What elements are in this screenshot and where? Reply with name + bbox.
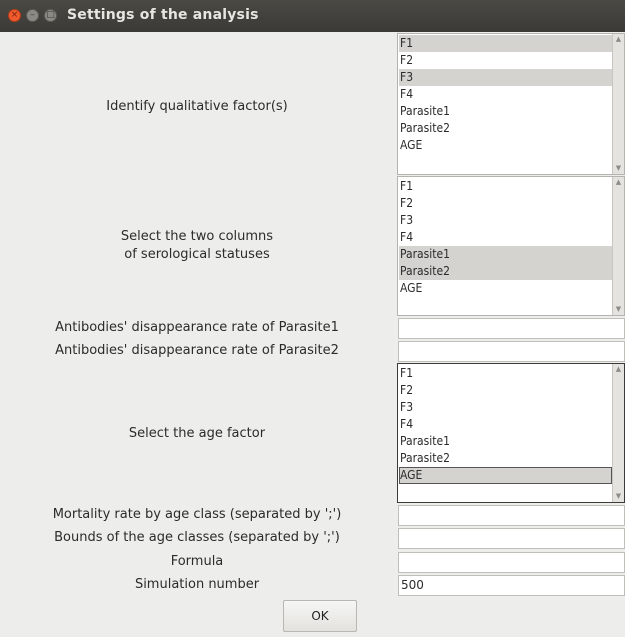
close-window-icon[interactable]: × <box>8 9 21 22</box>
window-title: Settings of the analysis <box>67 7 259 23</box>
listbox-option[interactable]: F3 <box>399 69 612 86</box>
age-factor-scrollbar[interactable]: ▲ ▼ <box>612 364 624 502</box>
qualitative-factor-listbox[interactable]: F1 F2 F3 F4 Parasite1 Parasite2 AGE ▲ ▼ <box>397 33 625 175</box>
listbox-option[interactable]: AGE <box>399 280 612 297</box>
antibodies-rate-parasite1-input[interactable] <box>398 318 625 339</box>
listbox-option[interactable]: F4 <box>399 86 612 103</box>
qualitative-scrollbar[interactable]: ▲ ▼ <box>612 34 624 174</box>
listbox-option[interactable]: F3 <box>399 399 612 416</box>
qualitative-factor-label: Identify qualitative factor(s) <box>106 99 288 114</box>
age-factor-listbox[interactable]: F1 F2 F3 F4 Parasite1 Parasite2 AGE ▲ ▼ <box>397 363 625 503</box>
listbox-option[interactable]: F1 <box>399 178 612 195</box>
formula-label: Formula <box>170 554 224 569</box>
scroll-up-icon[interactable]: ▲ <box>613 34 624 45</box>
simulation-number-label: Simulation number <box>134 577 260 592</box>
mortality-rate-input[interactable] <box>398 505 625 526</box>
age-bounds-label: Bounds of the age classes (separated by … <box>54 530 340 545</box>
listbox-option[interactable]: F2 <box>399 382 612 399</box>
serological-columns-listbox[interactable]: F1 F2 F3 F4 Parasite1 Parasite2 AGE ▲ ▼ <box>397 176 625 316</box>
serological-scrollbar[interactable]: ▲ ▼ <box>612 177 624 315</box>
listbox-option[interactable]: F2 <box>399 52 612 69</box>
scroll-up-icon[interactable]: ▲ <box>613 364 624 375</box>
listbox-option[interactable]: Parasite2 <box>399 120 612 137</box>
serological-label-line2: of serological statuses <box>124 247 270 262</box>
listbox-option[interactable]: AGE <box>399 137 612 154</box>
listbox-items: F1 F2 F3 F4 Parasite1 Parasite2 AGE <box>399 178 612 297</box>
listbox-option[interactable]: Parasite2 <box>399 263 612 280</box>
maximize-window-icon[interactable]: □ <box>44 9 57 22</box>
scroll-down-icon[interactable]: ▼ <box>613 491 624 502</box>
antibodies-rate-parasite2-input[interactable] <box>398 341 625 362</box>
scroll-down-icon[interactable]: ▼ <box>613 304 624 315</box>
mortality-rate-label: Mortality rate by age class (separated b… <box>52 507 342 522</box>
minimize-window-icon[interactable]: – <box>26 9 39 22</box>
listbox-option[interactable]: AGE <box>399 467 612 484</box>
age-bounds-input[interactable] <box>398 528 625 549</box>
window-titlebar: × – □ Settings of the analysis <box>0 0 625 32</box>
listbox-option[interactable]: Parasite2 <box>399 450 612 467</box>
ok-button[interactable]: OK <box>283 600 357 632</box>
simulation-number-input[interactable]: 500 <box>398 575 625 596</box>
listbox-items: F1 F2 F3 F4 Parasite1 Parasite2 AGE <box>399 365 612 484</box>
listbox-option[interactable]: F4 <box>399 416 612 433</box>
listbox-option[interactable]: F1 <box>399 365 612 382</box>
scroll-down-icon[interactable]: ▼ <box>613 163 624 174</box>
listbox-option[interactable]: Parasite1 <box>399 103 612 120</box>
scroll-up-icon[interactable]: ▲ <box>613 177 624 188</box>
listbox-option[interactable]: F3 <box>399 212 612 229</box>
listbox-option[interactable]: F4 <box>399 229 612 246</box>
listbox-option[interactable]: F2 <box>399 195 612 212</box>
serological-label-line1: Select the two columns <box>120 229 274 244</box>
antibodies-rate-parasite1-label: Antibodies' disappearance rate of Parasi… <box>55 320 339 335</box>
listbox-option[interactable]: Parasite1 <box>399 433 612 450</box>
age-factor-label: Select the age factor <box>128 426 266 441</box>
formula-input[interactable] <box>398 552 625 573</box>
listbox-option[interactable]: Parasite1 <box>399 246 612 263</box>
listbox-option[interactable]: F1 <box>399 35 612 52</box>
antibodies-rate-parasite2-label: Antibodies' disappearance rate of Parasi… <box>55 343 339 358</box>
listbox-items: F1 F2 F3 F4 Parasite1 Parasite2 AGE <box>399 35 612 154</box>
